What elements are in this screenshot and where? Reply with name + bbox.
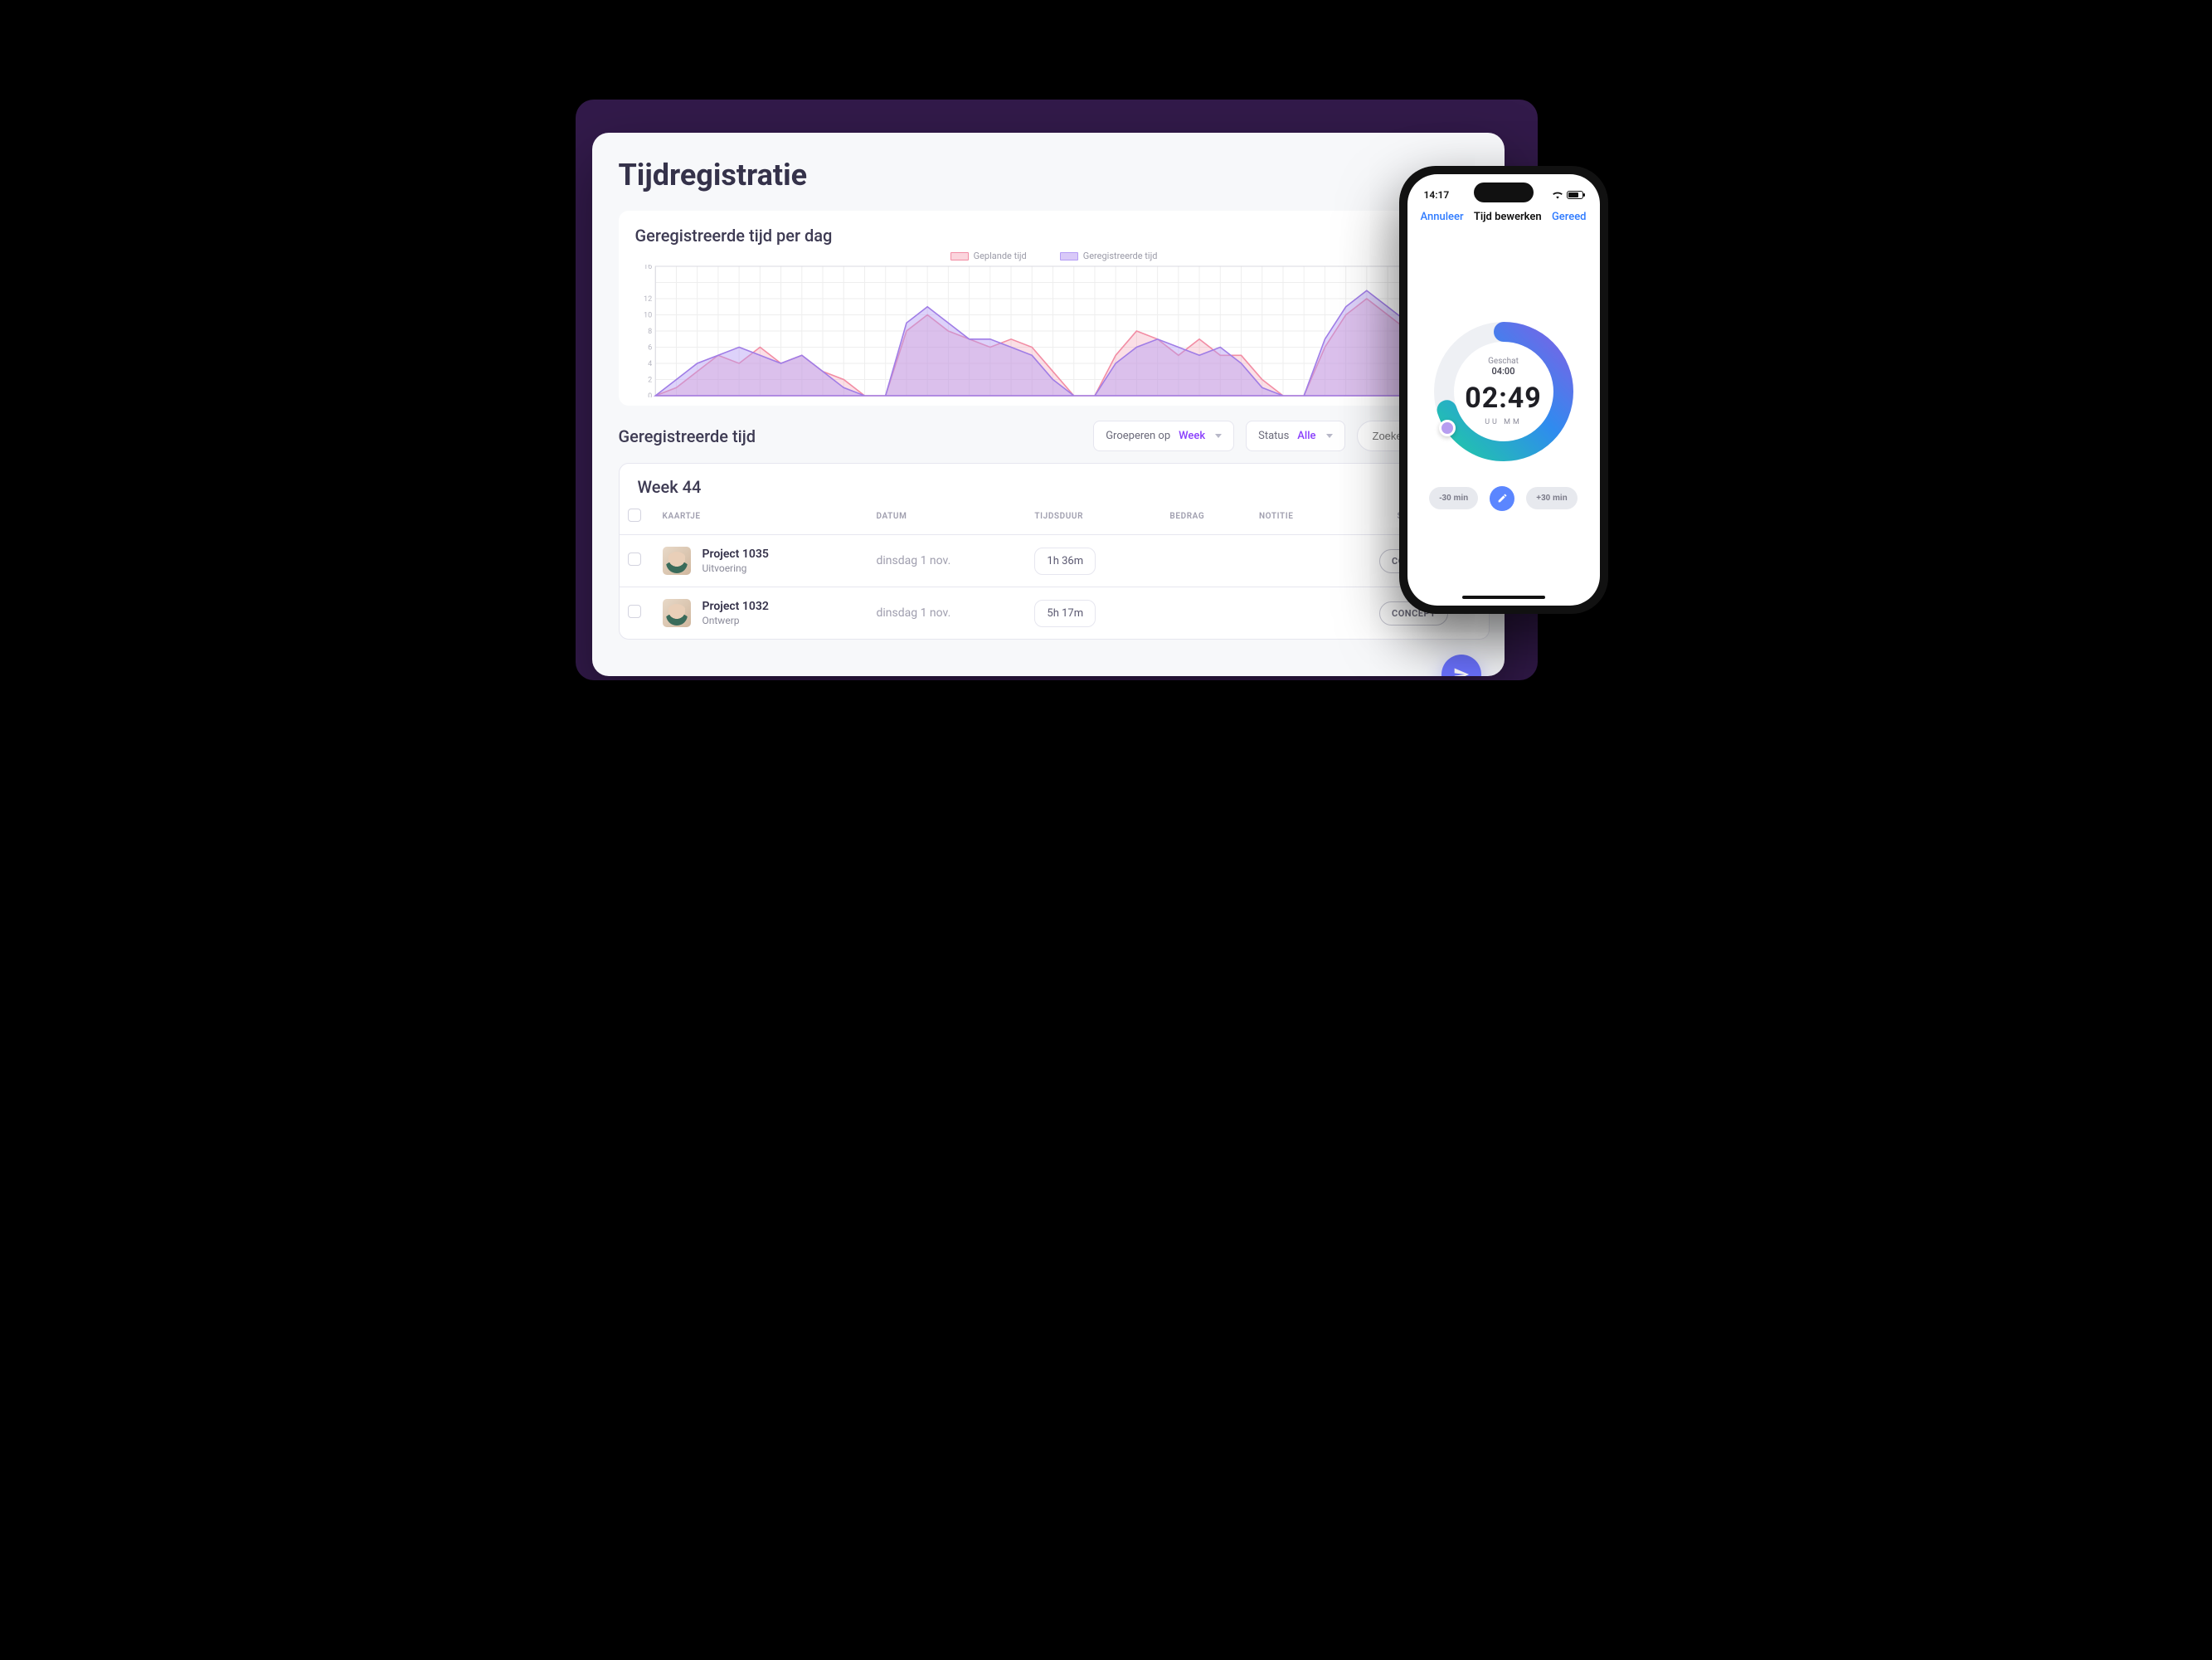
- group-by-value: Week: [1179, 430, 1205, 442]
- desktop-panel: Tijdregistratie Geregistreerde tijd per …: [592, 133, 1505, 676]
- svg-text:6: 6: [648, 344, 652, 353]
- legend-registered: Geregistreerde tijd: [1060, 251, 1158, 261]
- table-toolbar: Geregistreerde tijd Groeperen op Week St…: [592, 421, 1505, 451]
- minus-30-button[interactable]: -30 min: [1429, 487, 1478, 509]
- row-amount: [1161, 535, 1251, 587]
- chart-card: Geregistreerde tijd per dag Geplande tij…: [619, 211, 1490, 406]
- page-title: Tijdregistratie: [619, 158, 1478, 192]
- phone-mock: 14:17 Annuleer Tijd bewerken Gereed: [1399, 166, 1608, 614]
- table-row[interactable]: Project 1032Ontwerpdinsdag 1 nov.5h 17mC…: [620, 587, 1489, 640]
- time-dial-wrap: Geschat 04:00 02:49 UU MM -30 min +30 mi…: [1407, 231, 1600, 596]
- dial-center: Geschat 04:00 02:49 UU MM: [1429, 317, 1578, 466]
- time-dial[interactable]: Geschat 04:00 02:49 UU MM: [1429, 317, 1578, 466]
- estimate-label: Geschat: [1488, 357, 1519, 366]
- select-all-checkbox[interactable]: [628, 509, 641, 522]
- legend-registered-label: Geregistreerde tijd: [1083, 251, 1158, 261]
- table-section-title: Geregistreerde tijd: [619, 426, 1082, 446]
- avatar: [663, 599, 691, 627]
- duration-chip[interactable]: 1h 36m: [1034, 548, 1096, 575]
- row-amount: [1161, 587, 1251, 640]
- project-name: Project 1032: [702, 600, 769, 613]
- week-title: Week 44: [620, 464, 1489, 504]
- col-amount: BEDRAG: [1161, 504, 1251, 535]
- statusbar-time: 14:17: [1424, 189, 1450, 201]
- chart-legend: Geplande tijd Geregistreerde tijd: [635, 251, 1473, 261]
- status-filter-value: Alle: [1297, 430, 1315, 442]
- table-row[interactable]: Project 1035Uitvoering dinsdag 1 nov. 1h 3…: [620, 535, 1489, 587]
- statusbar-icons: [1552, 191, 1583, 199]
- col-card: KAARTJE: [654, 504, 868, 535]
- dial-handle[interactable]: [1439, 420, 1456, 436]
- row-note: [1251, 535, 1339, 587]
- nav-title: Tijd bewerken: [1474, 211, 1542, 223]
- wifi-icon: [1552, 191, 1563, 199]
- home-indicator: [1462, 596, 1545, 599]
- col-note: NOTITIE: [1251, 504, 1339, 535]
- project-phase: Uitvoering: [702, 562, 769, 574]
- paper-plane-icon: [1453, 666, 1470, 676]
- chart-title: Geregistreerde tijd per dag: [635, 226, 1473, 246]
- project-phase: Ontwerp: [702, 615, 769, 626]
- row-checkbox[interactable]: [628, 553, 641, 566]
- col-duration: TIJDSDUUR: [1026, 504, 1161, 535]
- svg-text:8: 8: [648, 328, 652, 336]
- legend-planned-label: Geplande tijd: [974, 251, 1027, 261]
- week-card: Week 44 KAARTJE DATUM TIJDSDUUR BEDRAG N…: [619, 463, 1490, 640]
- svg-text:16: 16: [643, 265, 651, 271]
- plus-30-button[interactable]: +30 min: [1526, 487, 1578, 509]
- status-select[interactable]: Status Alle: [1246, 421, 1344, 451]
- group-by-select[interactable]: Groeperen op Week: [1093, 421, 1234, 451]
- nav-done-button[interactable]: Gereed: [1552, 211, 1587, 223]
- svg-text:4: 4: [648, 360, 652, 368]
- status-filter-label: Status: [1258, 430, 1289, 442]
- svg-text:0: 0: [648, 392, 652, 397]
- pencil-icon: [1497, 493, 1508, 504]
- table-section: Geregistreerde tijd Groeperen op Week St…: [592, 421, 1505, 640]
- time-units: UU MM: [1485, 418, 1522, 426]
- battery-icon: [1567, 191, 1583, 199]
- project-name: Project 1035: [702, 548, 769, 561]
- edit-button[interactable]: [1490, 486, 1514, 511]
- svg-text:2: 2: [648, 377, 652, 385]
- estimate-value: 04:00: [1492, 366, 1515, 377]
- chart-area: 0 2 4 6 8 10 12 16: [635, 265, 1473, 397]
- nav-cancel-button[interactable]: Annuleer: [1421, 211, 1464, 223]
- swatch-registered-icon: [1060, 252, 1078, 260]
- send-fab[interactable]: [1441, 655, 1481, 676]
- group-by-label: Groeperen op: [1106, 430, 1170, 442]
- time-value: 02:49: [1465, 382, 1542, 415]
- dial-buttons: -30 min +30 min: [1429, 486, 1578, 511]
- legend-planned: Geplande tijd: [950, 251, 1027, 261]
- phone-notch: [1474, 183, 1534, 202]
- duration-chip[interactable]: 5h 17m: [1034, 600, 1096, 627]
- col-date: DATUM: [868, 504, 1026, 535]
- swatch-planned-icon: [950, 252, 969, 260]
- row-date: dinsdag 1 nov.: [868, 587, 1026, 640]
- svg-text:10: 10: [643, 312, 651, 320]
- timesheet-table: KAARTJE DATUM TIJDSDUUR BEDRAG NOTITIE S…: [620, 504, 1489, 639]
- avatar: [663, 547, 691, 575]
- svg-text:12: 12: [643, 295, 651, 304]
- row-checkbox[interactable]: [628, 605, 641, 618]
- chevron-down-icon: [1215, 434, 1222, 438]
- phone-navbar: Annuleer Tijd bewerken Gereed: [1407, 204, 1600, 231]
- row-date: dinsdag 1 nov.: [868, 535, 1026, 587]
- row-note: [1251, 587, 1339, 640]
- chevron-down-icon: [1326, 434, 1333, 438]
- phone-screen: 14:17 Annuleer Tijd bewerken Gereed: [1407, 174, 1600, 606]
